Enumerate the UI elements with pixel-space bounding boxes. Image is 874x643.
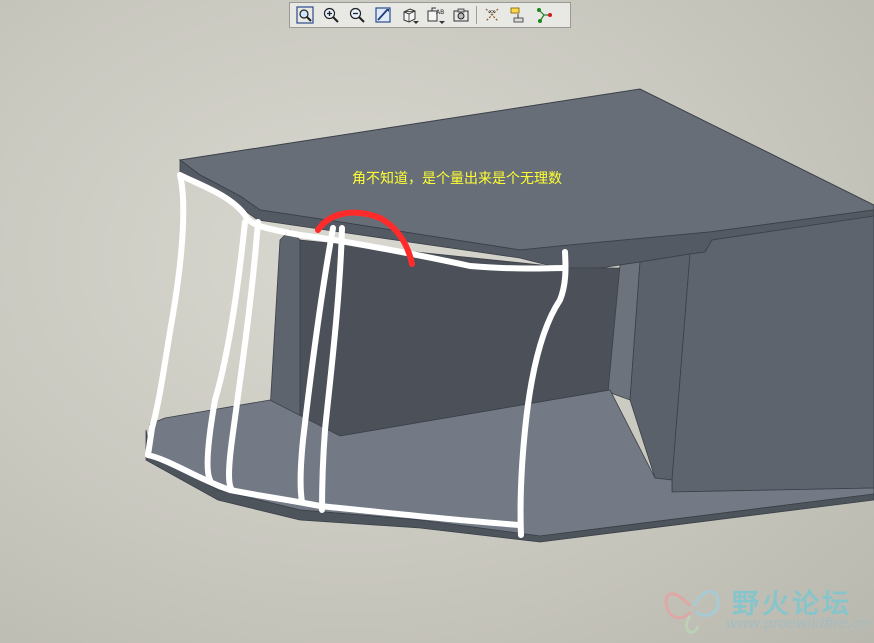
annotation-text: 角不知道，是个量出来是个无理数	[352, 171, 562, 187]
repaint-icon	[375, 7, 391, 23]
svg-text:AB: AB	[436, 9, 444, 16]
view-manager-button[interactable]	[449, 4, 473, 26]
datum-axis-button[interactable]: xx	[480, 4, 504, 26]
watermark-url: www.proewildfire.cn	[726, 616, 869, 632]
view-toolbar: AB xx	[289, 2, 571, 28]
datum-axis-icon: xx	[485, 8, 499, 22]
right-side-face	[671, 215, 874, 493]
forum-watermark: 野火论坛 www.proewildfire.cn	[660, 574, 874, 643]
datum-plane-icon	[510, 7, 524, 23]
saved-views-button[interactable]: AB	[423, 4, 447, 26]
toolbar-separator	[476, 6, 477, 24]
chevron-down-icon	[413, 21, 419, 24]
zoom-fit-button[interactable]	[293, 4, 317, 26]
zoom-in-icon	[323, 7, 339, 23]
datum-point-button[interactable]	[532, 4, 556, 26]
model-viewport[interactable]	[0, 0, 874, 643]
butterfly-logo-icon	[664, 590, 720, 634]
zoom-out-button[interactable]	[345, 4, 369, 26]
view-style-button[interactable]	[397, 4, 421, 26]
datum-plane-button[interactable]	[506, 4, 530, 26]
zoom-in-button[interactable]	[319, 4, 343, 26]
zoom-fit-icon	[296, 6, 314, 24]
chevron-down-icon	[439, 21, 445, 24]
svg-text:xx: xx	[489, 9, 495, 15]
datum-point-icon	[537, 8, 552, 23]
repaint-button[interactable]	[371, 4, 395, 26]
zoom-out-icon	[349, 7, 365, 23]
view-manager-icon	[453, 8, 469, 22]
